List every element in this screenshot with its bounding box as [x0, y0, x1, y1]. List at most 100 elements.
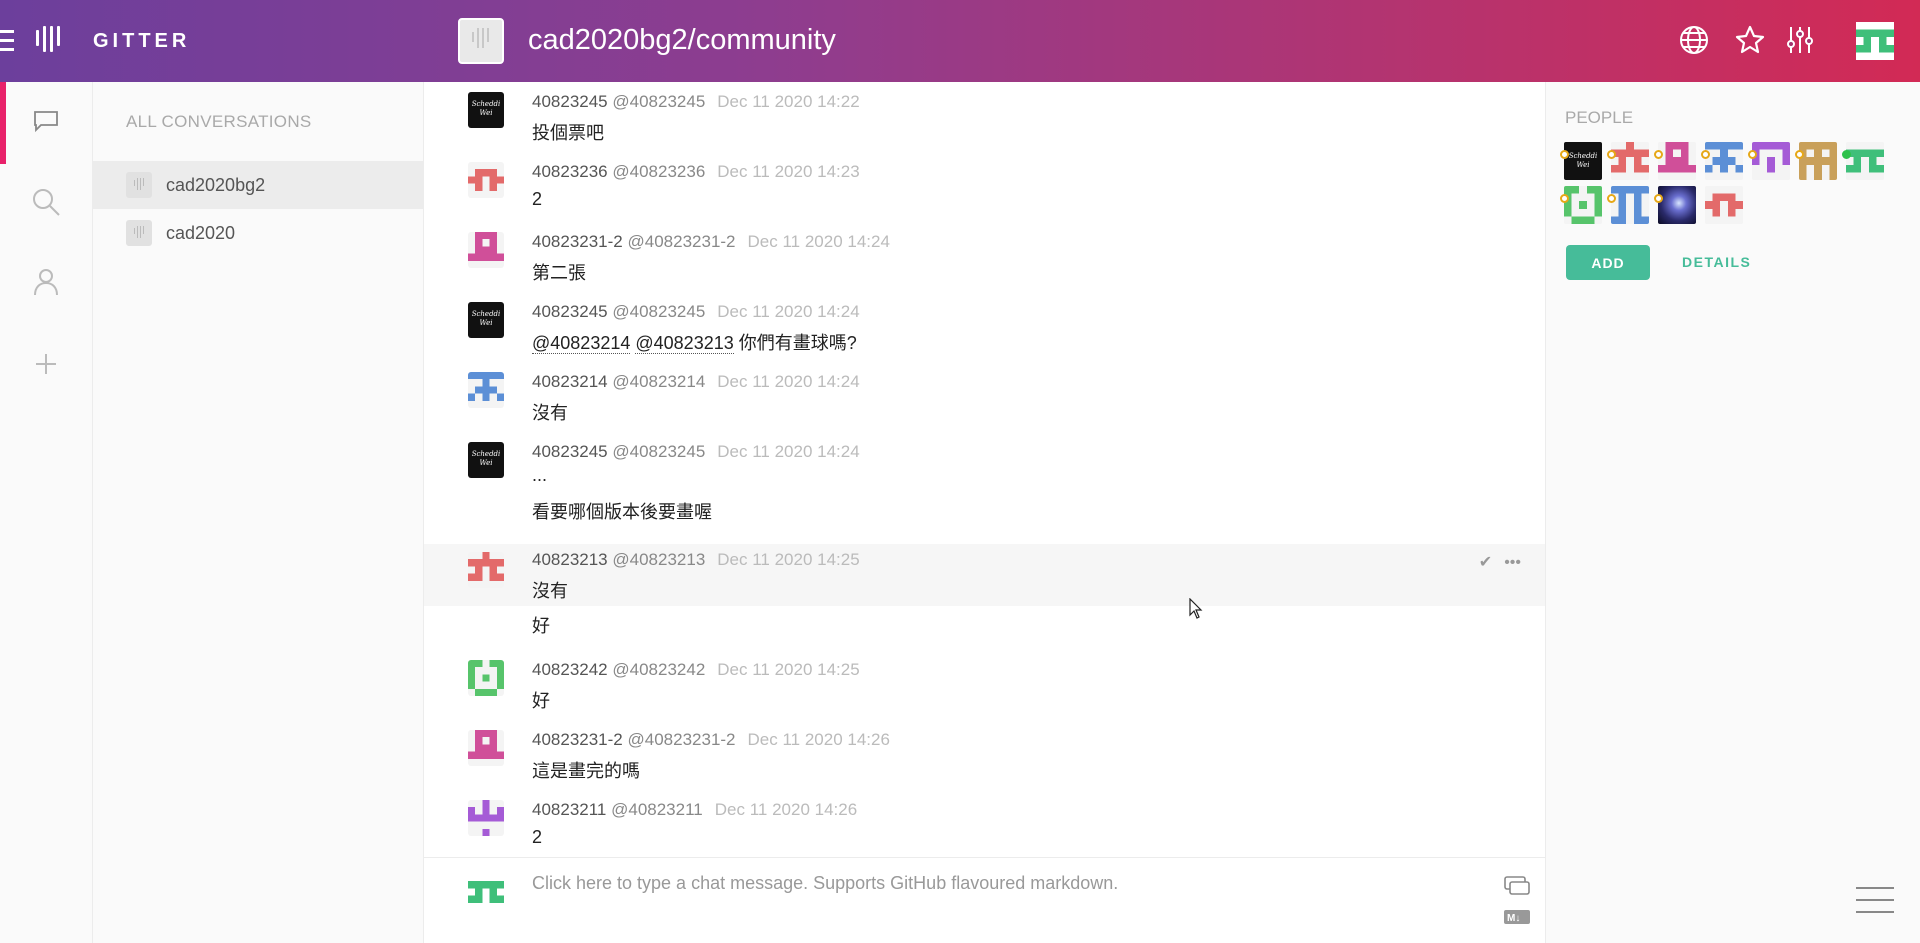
message-author[interactable]: 40823211 [532, 800, 606, 819]
message-handle[interactable]: @40823211 [611, 800, 703, 819]
chat-message[interactable]: 40823231-2 @40823231-2 Dec 11 2020 14:26 … [424, 720, 1545, 790]
message-timestamp[interactable]: Dec 11 2020 14:22 [717, 92, 859, 111]
presence-dot [1607, 150, 1616, 159]
message-handle[interactable]: @40823231-2 [628, 730, 736, 749]
message-timestamp[interactable]: Dec 11 2020 14:26 [715, 800, 857, 819]
message-text: 2 [532, 827, 543, 847]
avatar[interactable] [468, 660, 504, 696]
user-mention[interactable]: @40823214 [532, 333, 631, 354]
gitter-logo-text[interactable]: GITTER [93, 30, 190, 53]
chat-message-continuation[interactable]: 好 [424, 606, 1545, 646]
message-author[interactable]: 40823231-2 [532, 730, 623, 749]
room-title: cad2020bg2/community [528, 24, 836, 56]
person-avatar[interactable] [1846, 142, 1884, 180]
message-timestamp[interactable]: Dec 11 2020 14:24 [717, 372, 859, 391]
avatar[interactable] [468, 372, 504, 408]
person-avatar[interactable] [1658, 142, 1696, 180]
details-link[interactable]: DETAILS [1682, 254, 1751, 270]
user-avatar[interactable] [1856, 22, 1894, 60]
message-text: 沒有 [532, 581, 568, 601]
message-author[interactable]: 40823213 [532, 550, 608, 569]
gitter-logo-icon[interactable] [36, 26, 60, 56]
person-avatar[interactable] [1705, 186, 1743, 224]
message-text: 好 [532, 691, 550, 711]
presence-dot [1654, 150, 1663, 159]
avatar[interactable] [468, 800, 504, 836]
compose-mode-icon[interactable] [1503, 875, 1531, 897]
chat-message[interactable]: 40823211 @40823211 Dec 11 2020 14:26 2 [424, 790, 1545, 857]
avatar[interactable]: Scheddi Wei [468, 92, 504, 128]
avatar[interactable] [468, 552, 504, 588]
avatar[interactable] [468, 232, 504, 268]
chat-message[interactable]: Scheddi Wei 40823245 @40823245 Dec 11 202… [424, 292, 1545, 362]
markdown-icon[interactable]: M↓ [1503, 909, 1531, 925]
chat-messages[interactable]: Scheddi Wei 40823245 @40823245 Dec 11 202… [424, 82, 1545, 857]
chat-message[interactable]: 40823242 @40823242 Dec 11 2020 14:25 好 [424, 650, 1545, 720]
message-handle[interactable]: @40823236 [612, 162, 705, 181]
read-check-icon[interactable]: ✔ [1479, 554, 1492, 571]
chat-message-input[interactable] [532, 873, 1432, 894]
panel-menu-icon[interactable] [1856, 887, 1894, 917]
person-avatar[interactable] [1752, 142, 1790, 180]
message-author[interactable]: 40823214 [532, 372, 608, 391]
message-handle[interactable]: @40823213 [612, 550, 705, 569]
message-timestamp[interactable]: Dec 11 2020 14:23 [717, 162, 859, 181]
avatar[interactable] [468, 730, 504, 766]
message-handle[interactable]: @40823245 [612, 442, 705, 461]
message-handle[interactable]: @40823245 [612, 302, 705, 321]
people-title: PEOPLE [1565, 108, 1634, 127]
settings-sliders-icon[interactable] [1784, 24, 1816, 56]
message-handle[interactable]: @40823231-2 [628, 232, 736, 251]
message-timestamp[interactable]: Dec 11 2020 14:24 [717, 442, 859, 461]
room-avatar[interactable] [458, 18, 504, 64]
message-author[interactable]: 40823242 [532, 660, 608, 679]
more-options-icon[interactable]: ••• [1504, 554, 1521, 571]
person-avatar[interactable] [1799, 142, 1837, 180]
person-avatar-galaxy[interactable] [1658, 186, 1696, 224]
message-author[interactable]: 40823236 [532, 162, 608, 181]
person-icon[interactable] [30, 266, 62, 298]
chat-message[interactable]: 40823231-2 @40823231-2 Dec 11 2020 14:24 … [424, 222, 1545, 292]
message-text: 第二張 [532, 263, 586, 283]
star-icon[interactable] [1734, 24, 1766, 56]
message-handle[interactable]: @40823245 [612, 92, 705, 111]
message-author[interactable]: 40823245 [532, 302, 608, 321]
avatar[interactable]: Scheddi Wei [468, 302, 504, 338]
user-mention[interactable]: @40823213 [635, 333, 734, 354]
message-timestamp[interactable]: Dec 11 2020 14:26 [748, 730, 890, 749]
chat-bubble-icon[interactable] [30, 104, 62, 136]
person-avatar[interactable] [1611, 186, 1649, 224]
message-timestamp[interactable]: Dec 11 2020 14:24 [717, 302, 859, 321]
person-avatar[interactable] [1564, 186, 1602, 224]
avatar[interactable] [468, 162, 504, 198]
person-avatar[interactable] [1705, 142, 1743, 180]
conversation-item-cad2020bg2[interactable]: cad2020bg2 [93, 161, 424, 209]
plus-icon[interactable] [30, 348, 62, 380]
menu-icon[interactable] [0, 30, 16, 52]
chat-message[interactable]: Scheddi Wei 40823245 @40823245 Dec 11 202… [424, 432, 1545, 522]
search-icon[interactable] [30, 186, 62, 218]
person-avatar[interactable]: Scheddi Wei [1564, 142, 1602, 180]
conversation-item-cad2020[interactable]: cad2020 [93, 209, 424, 257]
chat-message[interactable]: 40823236 @40823236 Dec 11 2020 14:23 2 [424, 152, 1545, 222]
message-timestamp[interactable]: Dec 11 2020 14:24 [748, 232, 890, 251]
message-author[interactable]: 40823245 [532, 92, 608, 111]
conversation-name: cad2020 [166, 222, 236, 243]
left-rail [0, 82, 93, 943]
message-timestamp[interactable]: Dec 11 2020 14:25 [717, 550, 859, 569]
svg-text:M↓: M↓ [1507, 913, 1520, 924]
avatar[interactable]: Scheddi Wei [468, 442, 504, 478]
presence-dot [1560, 194, 1569, 203]
globe-icon[interactable] [1678, 24, 1710, 56]
message-text-tail: 你們有畫球嗎? [738, 333, 857, 353]
add-people-button[interactable]: ADD [1566, 245, 1650, 280]
chat-message[interactable]: Scheddi Wei 40823245 @40823245 Dec 11 202… [424, 82, 1545, 150]
message-handle[interactable]: @40823242 [612, 660, 705, 679]
message-author[interactable]: 40823245 [532, 442, 608, 461]
message-timestamp[interactable]: Dec 11 2020 14:25 [717, 660, 859, 679]
chat-message[interactable]: 40823214 @40823214 Dec 11 2020 14:24 沒有 [424, 362, 1545, 432]
message-author[interactable]: 40823231-2 [532, 232, 623, 251]
message-handle[interactable]: @40823214 [612, 372, 705, 391]
person-avatar[interactable] [1611, 142, 1649, 180]
chat-message-hovered[interactable]: 40823213 @40823213 Dec 11 2020 14:25 沒有 ✔… [424, 544, 1545, 606]
